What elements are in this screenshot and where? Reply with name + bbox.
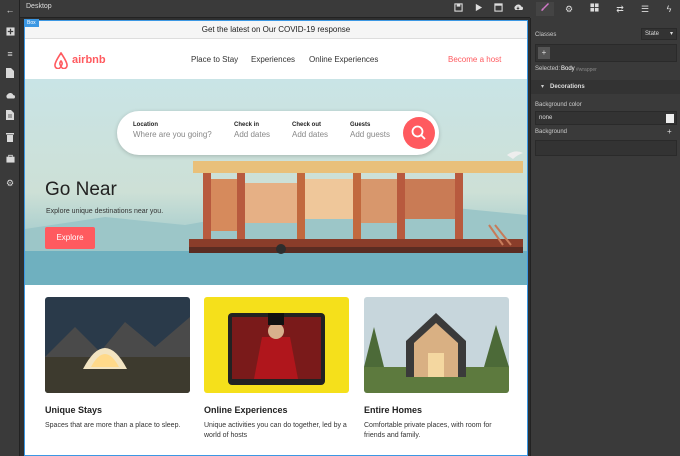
style-manager-panel: Classes State ▾ + Selected: Body #wrappe… <box>530 18 680 456</box>
guests-placeholder: Add guests <box>350 130 391 139</box>
selected-value: Body <box>561 66 575 72</box>
style-manager-brush-icon[interactable] <box>536 2 554 16</box>
document-icon[interactable] <box>3 110 17 124</box>
location-field[interactable]: Location Where are you going? <box>133 122 212 139</box>
checkin-label: Check in <box>234 122 260 128</box>
hero-section: Location Where are you going? Check in A… <box>25 79 527 285</box>
fullscreen-icon[interactable] <box>491 2 505 16</box>
add-class-button[interactable]: + <box>538 47 550 59</box>
color-swatch[interactable] <box>666 114 674 123</box>
selected-label: Selected: <box>535 66 561 72</box>
add-block-icon[interactable] <box>3 26 17 40</box>
nav-place-to-stay[interactable]: Place to Stay <box>191 55 238 64</box>
hero-title: Go Near <box>45 179 117 200</box>
layers-list-icon[interactable]: ≡ <box>3 47 17 61</box>
page-frame[interactable]: Get the latest on Our COVID-19 response … <box>24 20 528 456</box>
decorations-section-header[interactable]: ▾ Decorations <box>531 80 680 94</box>
checkout-label: Check out <box>292 122 322 128</box>
editor-canvas: Box Get the latest on Our COVID-19 respo… <box>20 18 530 456</box>
decorations-label: Decorations <box>550 84 585 90</box>
left-sidebar: ← ≡ ⚙ <box>0 0 20 456</box>
card-unique-stays[interactable]: Unique Stays Spaces that are more than a… <box>45 297 191 431</box>
hero-subtitle: Explore unique destinations near you. <box>46 208 164 215</box>
card-image <box>364 297 509 393</box>
classes-label: Classes <box>535 32 557 38</box>
airbnb-logo-icon <box>54 51 68 69</box>
card-title: Online Experiences <box>204 405 288 415</box>
selected-element-tag: Box <box>24 19 39 27</box>
location-label: Location <box>133 122 158 128</box>
chevron-down-icon: ▾ <box>669 31 673 37</box>
play-icon[interactable] <box>471 2 485 16</box>
card-entire-homes[interactable]: Entire Homes Comfortable private places,… <box>364 297 510 441</box>
classes-container: + <box>535 44 677 62</box>
lightning-icon[interactable]: ϟ <box>662 2 676 16</box>
save-icon[interactable] <box>451 2 465 16</box>
become-host-link[interactable]: Become a host <box>448 55 501 64</box>
card-description: Spaces that are more than a place to sle… <box>45 422 181 429</box>
trash-icon[interactable] <box>3 132 17 146</box>
bg-color-label: Background color <box>535 102 582 108</box>
search-bar: Location Where are you going? Check in A… <box>117 111 439 155</box>
nav-online-experiences[interactable]: Online Experiences <box>309 55 378 64</box>
bag-icon[interactable] <box>3 153 17 167</box>
card-description: Comfortable private places, with room fo… <box>364 422 492 439</box>
state-select[interactable]: State ▾ <box>641 28 677 40</box>
cloud-download-icon[interactable] <box>511 2 525 16</box>
shuffle-icon[interactable]: ⇄ <box>613 2 627 16</box>
settings-gear-icon[interactable]: ⚙ <box>3 176 17 190</box>
add-background-button[interactable]: + <box>667 127 672 136</box>
checkout-placeholder: Add dates <box>292 130 329 139</box>
airbnb-logo[interactable]: airbnb <box>53 51 106 69</box>
back-arrow-icon[interactable]: ← <box>3 3 17 17</box>
card-title: Unique Stays <box>45 405 103 415</box>
location-placeholder: Where are you going? <box>133 130 212 139</box>
page-file-icon[interactable] <box>3 68 17 82</box>
blocks-grid-icon[interactable] <box>587 2 601 16</box>
explore-button[interactable]: Explore <box>45 227 95 249</box>
selected-extra: #wrapper <box>576 67 597 73</box>
site-navbar: airbnb Place to Stay Experiences Online … <box>25 40 527 78</box>
card-online-experiences[interactable]: Online Experiences Unique activities you… <box>204 297 350 441</box>
background-label: Background <box>535 129 568 135</box>
card-image <box>204 297 349 393</box>
settings-gear-icon[interactable]: ⚙ <box>562 2 576 16</box>
checkout-field[interactable]: Check out Add dates <box>292 122 328 139</box>
card-description: Unique activities you can do together, l… <box>204 422 347 439</box>
checkin-field[interactable]: Check in Add dates <box>234 122 270 139</box>
guests-label: Guests <box>350 122 371 128</box>
bg-color-value: none <box>539 115 553 121</box>
device-label[interactable]: Desktop <box>26 3 52 10</box>
cloud-icon[interactable] <box>3 90 17 104</box>
search-icon <box>411 125 426 140</box>
bg-color-input[interactable]: none <box>535 111 677 125</box>
layers-menu-icon[interactable]: ☰ <box>638 2 652 16</box>
search-button[interactable] <box>403 117 435 149</box>
covid-banner[interactable]: Get the latest on Our COVID-19 response <box>25 21 527 39</box>
guests-field[interactable]: Guests Add guests <box>350 122 390 139</box>
editor-app: Desktop ⚙ ⇄ ☰ ϟ ← ≡ ⚙ Box Get the latest… <box>0 0 680 456</box>
state-select-value: State <box>645 31 660 37</box>
nav-experiences[interactable]: Experiences <box>251 55 295 64</box>
card-image <box>45 297 190 393</box>
logo-text: airbnb <box>72 54 106 66</box>
caret-down-icon: ▾ <box>541 84 545 90</box>
background-layers <box>535 140 677 156</box>
checkin-placeholder: Add dates <box>234 130 271 139</box>
card-title: Entire Homes <box>364 405 423 415</box>
panel-tabs: ⚙ ⇄ ☰ ϟ <box>530 0 680 18</box>
